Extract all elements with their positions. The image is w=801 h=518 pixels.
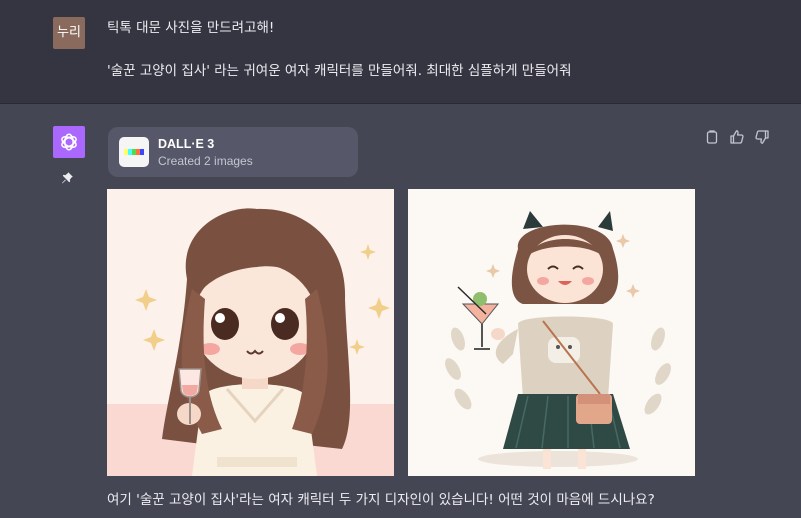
dalle-card-title: DALL·E 3 bbox=[158, 137, 215, 151]
user-message: 틱톡 대문 사진을 만드려고해! '술꾼 고양이 집사' 라는 귀여운 여자 캐… bbox=[107, 17, 767, 82]
openai-logo-icon bbox=[61, 133, 77, 151]
user-message-line-1: 틱톡 대문 사진을 만드려고해! bbox=[107, 20, 275, 36]
chatgpt-avatar bbox=[53, 126, 85, 158]
assistant-reply: 여기 '술꾼 고양이 집사'라는 여자 캐릭터 두 가지 디자인이 있습니다! … bbox=[107, 492, 655, 508]
message-actions bbox=[704, 129, 770, 145]
generated-image-2[interactable] bbox=[408, 189, 695, 476]
dalle-card-subtitle: Created 2 images bbox=[158, 154, 253, 168]
dalle-logo-icon bbox=[119, 137, 149, 167]
dalle-tool-card[interactable]: DALL·E 3 Created 2 images bbox=[108, 127, 358, 177]
user-message-block: 누리 틱톡 대문 사진을 만드려고해! '술꾼 고양이 집사' 라는 귀여운 여… bbox=[0, 0, 801, 104]
thumbs-up-icon[interactable] bbox=[729, 129, 745, 145]
copy-icon[interactable] bbox=[704, 129, 720, 145]
pin-icon[interactable] bbox=[60, 171, 74, 185]
thumbs-down-icon[interactable] bbox=[754, 129, 770, 145]
generated-image-1[interactable] bbox=[107, 189, 394, 476]
user-message-line-2: '술꾼 고양이 집사' 라는 귀여운 여자 캐릭터를 만들어줘. 최대한 심플하… bbox=[107, 63, 572, 79]
user-avatar: 누리 bbox=[53, 17, 85, 49]
